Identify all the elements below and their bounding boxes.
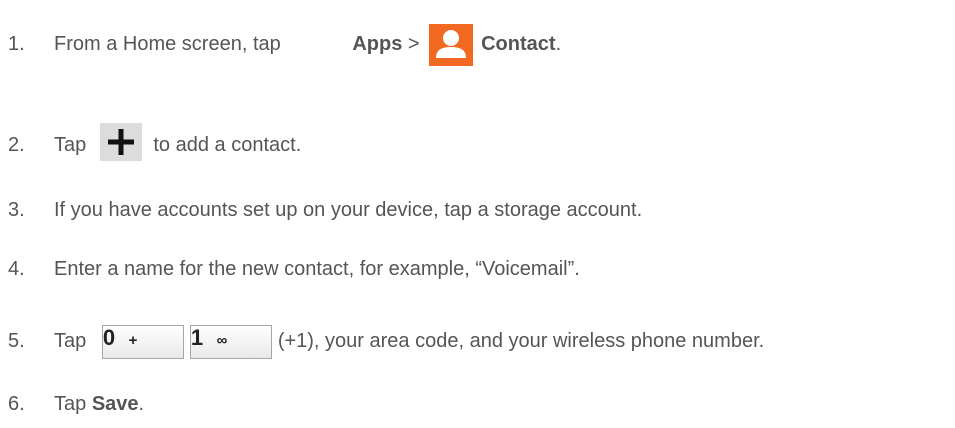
key-sub-label: +	[128, 332, 138, 349]
key-digit: 0	[102, 325, 116, 350]
step-content: If you have accounts set up on your devi…	[54, 198, 642, 222]
step-content: Tap Save .	[54, 392, 144, 416]
keypad-one-key: 1 ∞	[189, 325, 272, 359]
step-content: From a Home screen, tap Apps > Contact .	[54, 14, 562, 66]
step-number: 2.	[8, 134, 25, 156]
save-label: Save	[91, 393, 139, 415]
step-content: Tap to add a contact.	[54, 119, 302, 161]
step-text: If you have accounts set up on your devi…	[54, 199, 643, 221]
step-1: 1. From a Home screen, tap Apps > Contac…	[0, 12, 955, 66]
step-content: Enter a name for the new contact, for ex…	[54, 257, 580, 281]
step-text: Tap	[54, 134, 92, 156]
step-text-end: (+1), your area code, and your wireless …	[277, 330, 765, 352]
step-text-end: .	[555, 33, 562, 55]
step-content: Tap 0 + 1 ∞ (+1), your area code, and yo…	[54, 319, 765, 359]
step-number: 4.	[8, 258, 25, 280]
step-number: 6.	[8, 393, 25, 415]
step-4: 4. Enter a name for the new contact, for…	[0, 237, 955, 281]
step-text: Tap	[54, 393, 92, 415]
apps-label: Apps	[352, 33, 403, 55]
step-text-end: to add a contact.	[147, 134, 302, 156]
step-number: 3.	[8, 199, 25, 221]
plus-icon	[99, 123, 142, 161]
step-text: Enter a name for the new contact, for ex…	[54, 258, 580, 280]
contact-label: Contact	[481, 33, 556, 55]
contact-person-icon	[429, 24, 474, 66]
step-5: 5. Tap 0 + 1 ∞ (+1), your area code, and…	[0, 309, 955, 359]
step-number: 5.	[8, 330, 25, 352]
step-text-end: .	[138, 393, 145, 415]
step-text: From a Home screen, tap	[54, 33, 287, 55]
voicemail-icon: ∞	[216, 332, 228, 349]
step-3: 3. If you have accounts set up on your d…	[0, 178, 955, 222]
separator: >	[402, 33, 426, 55]
step-text: Tap	[54, 330, 92, 352]
step-6: 6. Tap Save .	[0, 372, 955, 416]
keypad-zero-key: 0 +	[101, 325, 184, 359]
step-number: 1.	[8, 33, 25, 55]
step-2: 2. Tap to add a contact.	[0, 113, 955, 161]
key-digit: 1	[190, 325, 204, 350]
